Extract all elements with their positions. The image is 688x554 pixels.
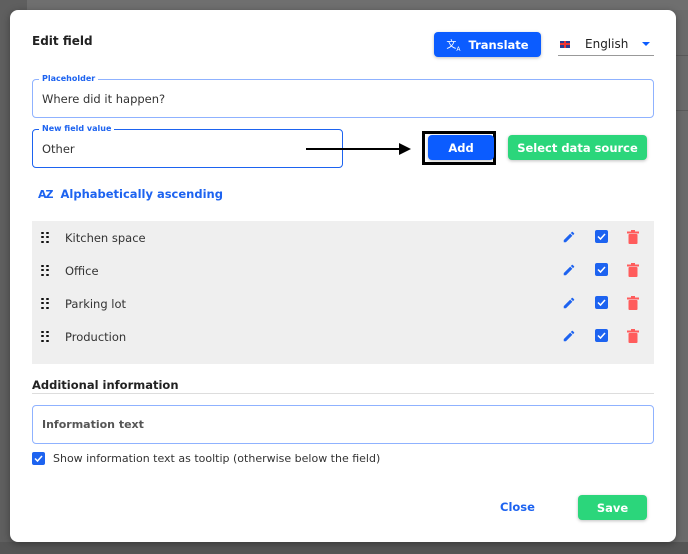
chevron-down-icon: [642, 42, 650, 46]
information-text-placeholder: Information text: [42, 418, 144, 431]
select-data-source-button[interactable]: Select data source: [508, 135, 647, 160]
sort-toggle[interactable]: AZ Alphabetically ascending: [38, 187, 223, 201]
tooltip-checkbox[interactable]: [32, 452, 45, 465]
annotation-arrow-head: [399, 143, 411, 155]
tooltip-option: Show information text as tooltip (otherw…: [32, 452, 380, 465]
list-item: Production: [32, 320, 654, 353]
new-field-value-input[interactable]: New field value Other: [32, 124, 343, 168]
list-item: Parking lot: [32, 287, 654, 320]
drag-handle-icon[interactable]: [41, 298, 49, 309]
translate-label: Translate: [468, 37, 529, 52]
checkbox-checked-icon[interactable]: [595, 296, 608, 309]
pencil-icon[interactable]: [562, 263, 576, 277]
language-select[interactable]: English: [558, 33, 654, 56]
pencil-icon[interactable]: [562, 296, 576, 310]
edit-field-dialog: Edit field 文A Translate English Placehol…: [10, 10, 676, 542]
sort-az-icon: AZ: [38, 187, 53, 201]
new-field-value-text: Other: [42, 142, 75, 156]
placeholder-input[interactable]: Placeholder Where did it happen?: [32, 74, 654, 118]
checkbox-checked-icon[interactable]: [595, 263, 608, 276]
background-overlay-bottom: [0, 542, 688, 554]
options-list: Kitchen space Office Parking lot Product…: [32, 221, 654, 364]
drag-handle-icon[interactable]: [41, 331, 49, 342]
close-button[interactable]: Close: [500, 500, 535, 514]
placeholder-input-value: Where did it happen?: [42, 92, 166, 106]
background-divider: [676, 110, 688, 111]
list-item: Office: [32, 254, 654, 287]
trash-icon[interactable]: [627, 296, 639, 310]
placeholder-input-label: Placeholder: [39, 74, 99, 84]
option-label: Office: [65, 264, 99, 278]
background-divider: [676, 55, 688, 56]
list-item: Kitchen space: [32, 221, 654, 254]
add-button[interactable]: Add: [428, 135, 494, 160]
pencil-icon[interactable]: [562, 230, 576, 244]
save-button[interactable]: Save: [578, 495, 647, 520]
drag-handle-icon[interactable]: [41, 265, 49, 276]
option-label: Production: [65, 330, 127, 344]
background-overlay-top: [27, 0, 688, 10]
pencil-icon[interactable]: [562, 329, 576, 343]
information-text-input[interactable]: Information text: [32, 405, 654, 444]
tooltip-checkbox-label: Show information text as tooltip (otherw…: [53, 452, 381, 465]
translate-icon: 文A: [446, 40, 461, 53]
checkbox-checked-icon[interactable]: [595, 329, 608, 342]
dialog-title: Edit field: [32, 34, 93, 48]
annotation-arrow: [306, 148, 402, 150]
option-label: Parking lot: [65, 297, 127, 311]
section-divider: [32, 393, 654, 394]
sort-label: Alphabetically ascending: [60, 187, 223, 201]
option-label: Kitchen space: [65, 231, 146, 245]
trash-icon[interactable]: [627, 230, 639, 244]
drag-handle-icon[interactable]: [41, 232, 49, 243]
uk-flag-icon: [560, 40, 570, 48]
trash-icon[interactable]: [627, 329, 639, 343]
trash-icon[interactable]: [627, 263, 639, 277]
checkbox-checked-icon[interactable]: [595, 230, 608, 243]
additional-information-heading: Additional information: [32, 378, 179, 392]
language-selected: English: [585, 37, 629, 51]
translate-button[interactable]: 文A Translate: [434, 32, 541, 57]
new-field-value-label: New field value: [39, 124, 115, 134]
